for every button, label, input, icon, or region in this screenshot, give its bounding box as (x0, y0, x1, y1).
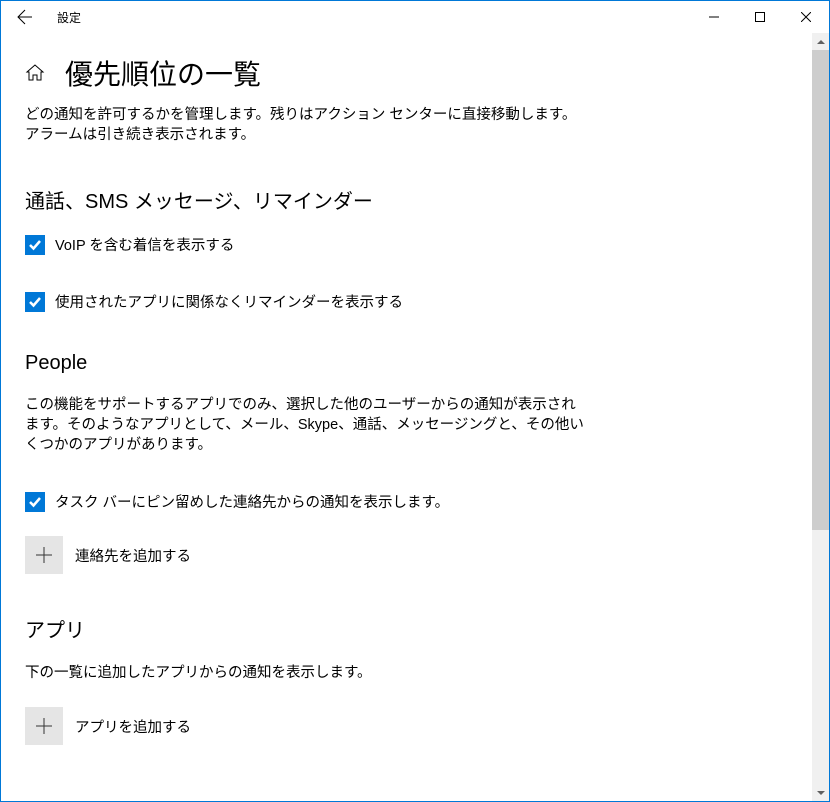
plus-icon-box (25, 707, 63, 745)
scroll-thumb[interactable] (812, 50, 829, 530)
page-title: 優先順位の一覧 (65, 53, 261, 93)
section-people: People この機能をサポートするアプリでのみ、選択した他のユーザーからの通知… (25, 352, 788, 574)
minimize-icon (709, 12, 719, 22)
add-contact-button[interactable]: 連絡先を追加する (25, 536, 788, 574)
section-people-description: この機能をサポートするアプリでのみ、選択した他のユーザーからの通知が表示されます… (25, 395, 585, 455)
section-people-title: People (25, 352, 788, 375)
page-description: どの通知を許可するかを管理します。残りはアクション センターに直接移動します。ア… (25, 105, 585, 145)
add-app-button[interactable]: アプリを追加する (25, 707, 788, 745)
home-icon[interactable] (25, 63, 45, 83)
plus-icon (36, 718, 52, 734)
scroll-up-button[interactable] (812, 33, 829, 50)
scrollbar[interactable] (812, 33, 829, 801)
chevron-up-icon (817, 38, 825, 46)
section-apps-description: 下の一覧に追加したアプリからの通知を表示します。 (25, 663, 585, 683)
scroll-down-button[interactable] (812, 784, 829, 801)
main-content: 優先順位の一覧 どの通知を許可するかを管理します。残りはアクション センターに直… (1, 33, 812, 801)
plus-icon-box (25, 536, 63, 574)
section-calls-title: 通話、SMS メッセージ、リマインダー (25, 185, 788, 214)
page-header: 優先順位の一覧 (25, 53, 788, 93)
back-arrow-icon (17, 9, 33, 25)
checkmark-icon (28, 495, 42, 509)
checkbox-reminders-label: 使用されたアプリに関係なくリマインダーを表示する (55, 291, 403, 312)
maximize-button[interactable] (737, 1, 783, 33)
section-apps: アプリ 下の一覧に追加したアプリからの通知を表示します。 アプリを追加する (25, 614, 788, 745)
checkbox-icon (25, 235, 45, 255)
checkmark-icon (28, 295, 42, 309)
section-calls: 通話、SMS メッセージ、リマインダー VoIP を含む着信を表示する 使用され… (25, 185, 788, 312)
checkbox-voip[interactable]: VoIP を含む着信を表示する (25, 234, 788, 255)
window-title: 設定 (57, 9, 81, 26)
checkbox-voip-label: VoIP を含む着信を表示する (55, 234, 234, 255)
checkbox-taskbar-contacts-label: タスク バーにピン留めした連絡先からの通知を表示します。 (55, 491, 449, 512)
checkbox-icon (25, 492, 45, 512)
titlebar: 設定 (1, 1, 829, 33)
close-icon (801, 12, 811, 22)
window-controls (691, 1, 829, 33)
close-button[interactable] (783, 1, 829, 33)
maximize-icon (755, 12, 765, 22)
checkbox-taskbar-contacts[interactable]: タスク バーにピン留めした連絡先からの通知を表示します。 (25, 491, 788, 512)
checkbox-reminders[interactable]: 使用されたアプリに関係なくリマインダーを表示する (25, 291, 788, 312)
checkbox-icon (25, 292, 45, 312)
plus-icon (36, 547, 52, 563)
back-button[interactable] (1, 1, 49, 33)
add-app-label: アプリを追加する (75, 716, 191, 737)
minimize-button[interactable] (691, 1, 737, 33)
section-apps-title: アプリ (25, 614, 788, 643)
add-contact-label: 連絡先を追加する (75, 545, 191, 566)
checkmark-icon (28, 238, 42, 252)
chevron-down-icon (817, 789, 825, 797)
